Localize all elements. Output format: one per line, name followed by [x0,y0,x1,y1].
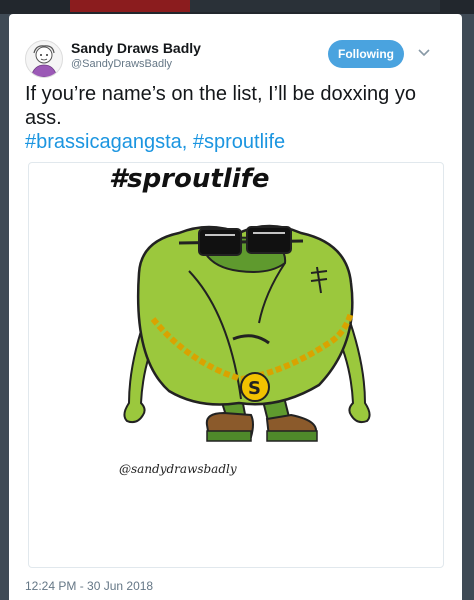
tweet-hashtags[interactable]: #brassicagangsta, #sproutlife [25,131,285,153]
avatar[interactable] [25,40,63,78]
author-name[interactable]: Sandy Draws Badly [71,40,201,56]
tweet-timestamp[interactable]: 12:24 PM - 30 Jun 2018 [25,579,153,593]
svg-text:S: S [248,378,261,399]
sunglasses-right-lens [246,226,292,254]
following-button[interactable]: Following [328,40,404,68]
browser-top-bar [0,0,474,14]
chevron-down-icon[interactable] [416,44,432,60]
drawing-title: #sproutlife [109,164,270,194]
sprout-drawing: #sproutlife S @sandydrawsbadly [109,164,371,476]
top-banner-strip [70,0,190,12]
sunglasses-left-lens [198,228,242,256]
tweet-image[interactable]: #sproutlife S @sandydrawsbadly [28,162,444,568]
tweet-card: Sandy Draws Badly @SandyDrawsBadly Follo… [9,14,462,600]
artist-signature: @sandydrawsbadly [119,462,237,476]
top-dark-strip [190,0,440,12]
author-handle[interactable]: @SandyDrawsBadly [71,58,172,70]
tweet-body: If you’re name’s on the list, I’ll be do… [25,83,416,129]
tweet-text: If you’re name’s on the list, I’ll be do… [25,82,445,154]
